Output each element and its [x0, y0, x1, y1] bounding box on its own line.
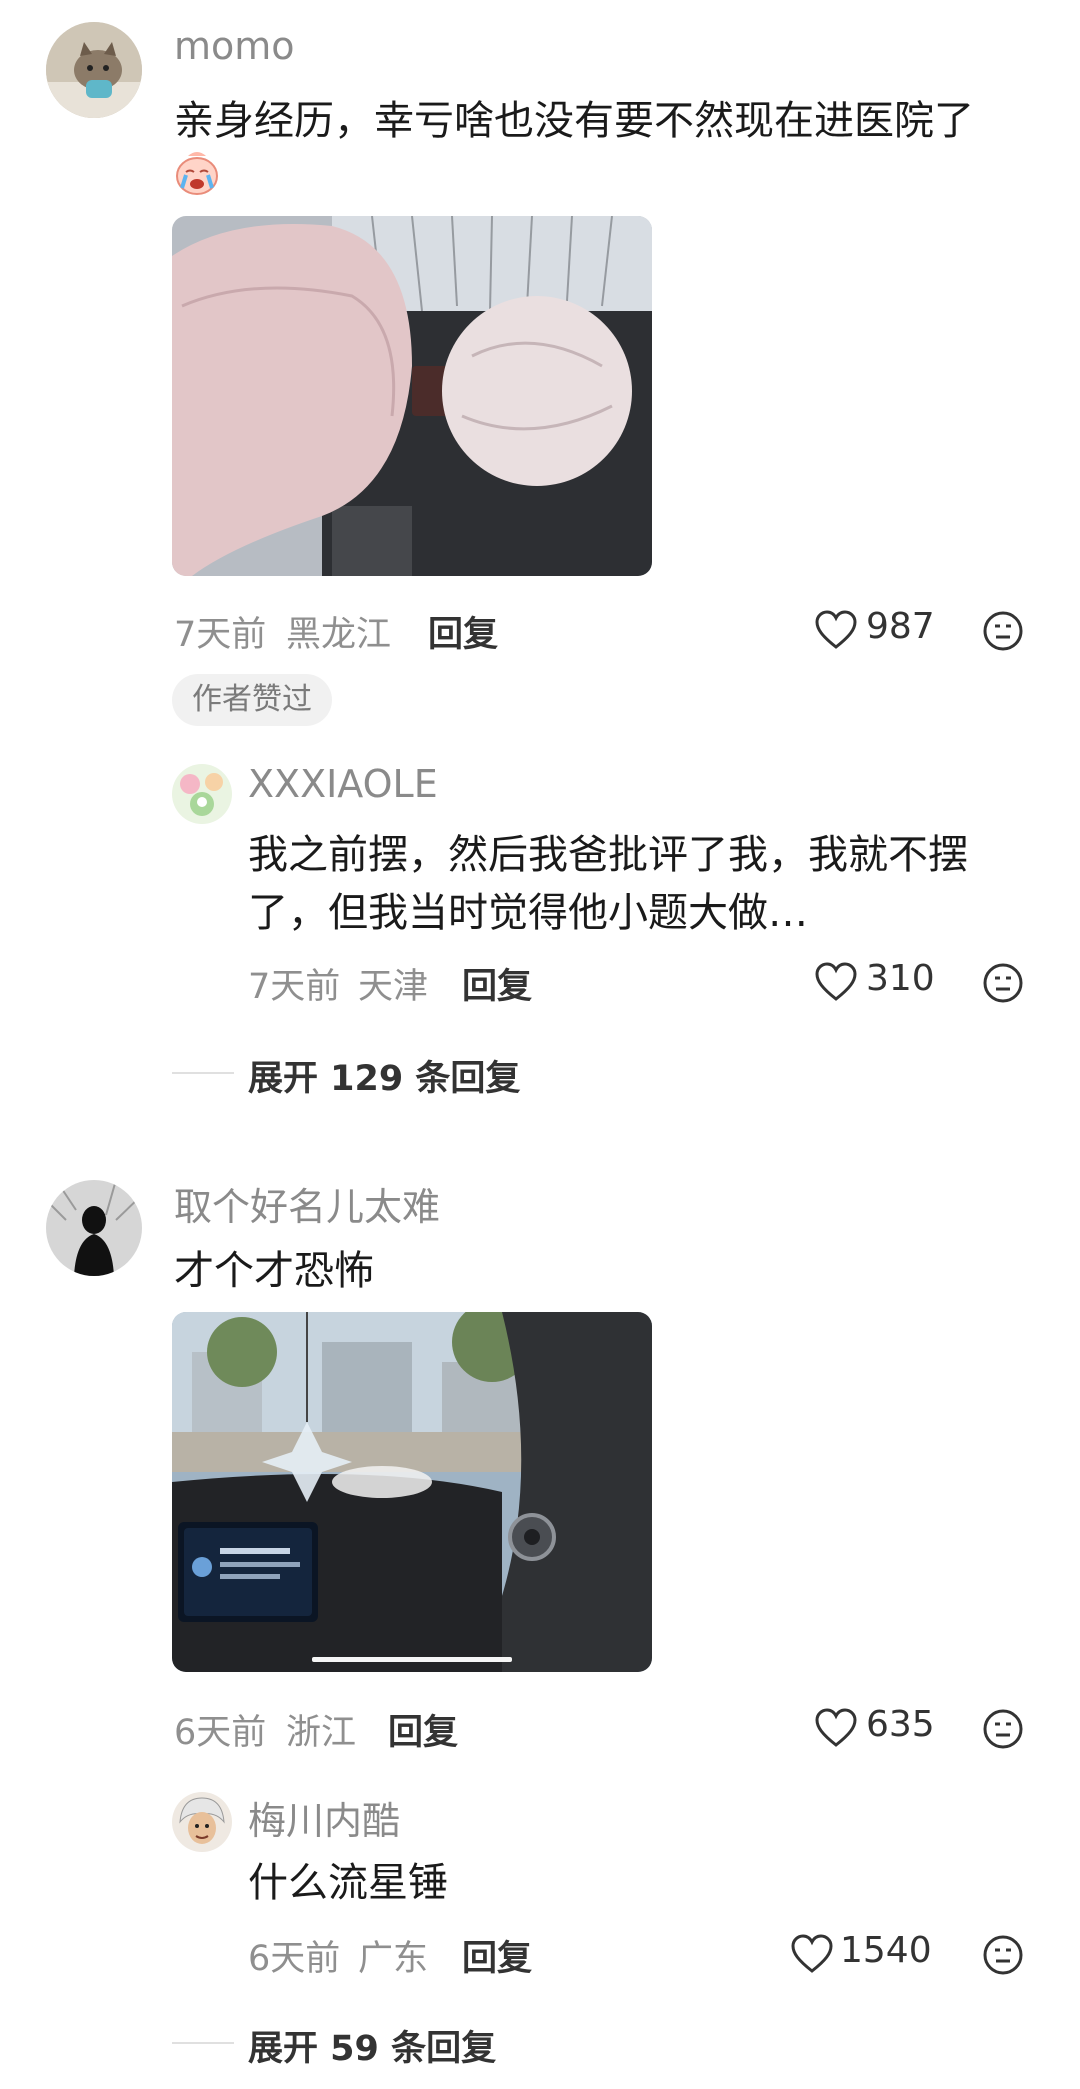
- like-button[interactable]: 310: [814, 958, 935, 1006]
- comment-location: 浙江: [286, 1713, 357, 1753]
- expand-replies-button[interactable]: 展开 59 条回复: [248, 2020, 496, 2071]
- reply-location: 广东: [358, 1939, 429, 1979]
- reply-button[interactable]: 回复: [462, 1930, 532, 1981]
- comment-username[interactable]: momo: [174, 24, 295, 68]
- reply-button[interactable]: 回复: [428, 606, 498, 657]
- reply-button[interactable]: 回复: [462, 958, 532, 1009]
- crying-emoji-icon: [172, 148, 222, 198]
- dislike-face-icon[interactable]: [982, 962, 1024, 1004]
- avatar[interactable]: [46, 1180, 142, 1276]
- heart-icon: [815, 610, 857, 649]
- comment-time: 6天前: [174, 1713, 267, 1753]
- reply-text-continued: 了，但我当时觉得他小题大做…: [248, 890, 808, 936]
- dislike-face-icon[interactable]: [982, 1934, 1024, 1976]
- like-button[interactable]: 1540: [790, 1930, 940, 1978]
- comment-username[interactable]: 取个好名儿太难: [174, 1176, 440, 1231]
- divider: [172, 1072, 234, 1074]
- expand-replies-button[interactable]: 展开 129 条回复: [248, 1050, 520, 1101]
- divider: [172, 2042, 234, 2044]
- reply-location: 天津: [358, 967, 429, 1007]
- avatar[interactable]: [46, 22, 142, 118]
- flower-avatar-icon: [172, 764, 232, 824]
- comment-time: 7天前: [174, 615, 267, 655]
- like-button[interactable]: 987: [814, 606, 935, 654]
- like-count: 635: [866, 1704, 935, 1745]
- avatar[interactable]: [172, 764, 232, 824]
- car-dashboard-ornament-photo[interactable]: [172, 1312, 652, 1672]
- reply-time: 6天前: [248, 1939, 341, 1979]
- comment-text: 亲身经历，幸亏啥也没有要不然现在进医院了: [174, 98, 974, 144]
- character-avatar-icon: [172, 1792, 232, 1852]
- author-liked-badge: 作者赞过: [172, 674, 332, 726]
- avatar[interactable]: [172, 1792, 232, 1852]
- reply-text: 什么流星锤: [248, 1860, 448, 1906]
- dislike-face-icon[interactable]: [982, 1708, 1024, 1750]
- heart-icon: [791, 1934, 833, 1973]
- like-count: 987: [866, 606, 935, 647]
- like-count: 310: [866, 958, 935, 999]
- cat-avatar-icon: [46, 22, 142, 118]
- reply-time: 7天前: [248, 967, 341, 1007]
- reply-username[interactable]: 梅川内酷: [248, 1790, 400, 1845]
- reply-text: 我之前摆，然后我爸批评了我，我就不摆: [248, 832, 968, 878]
- comment-location: 黑龙江: [286, 615, 392, 655]
- heart-icon: [815, 962, 857, 1001]
- like-button[interactable]: 635: [814, 1704, 935, 1752]
- silhouette-avatar-icon: [46, 1180, 142, 1276]
- like-count: 1540: [840, 1930, 932, 1971]
- reply-button[interactable]: 回复: [388, 1704, 458, 1755]
- heart-icon: [815, 1708, 857, 1747]
- airbag-deployed-photo[interactable]: [172, 216, 652, 576]
- comment-text: 才个才恐怖: [174, 1248, 374, 1294]
- reply-username[interactable]: XXXIAOLE: [248, 762, 438, 806]
- dislike-face-icon[interactable]: [982, 610, 1024, 652]
